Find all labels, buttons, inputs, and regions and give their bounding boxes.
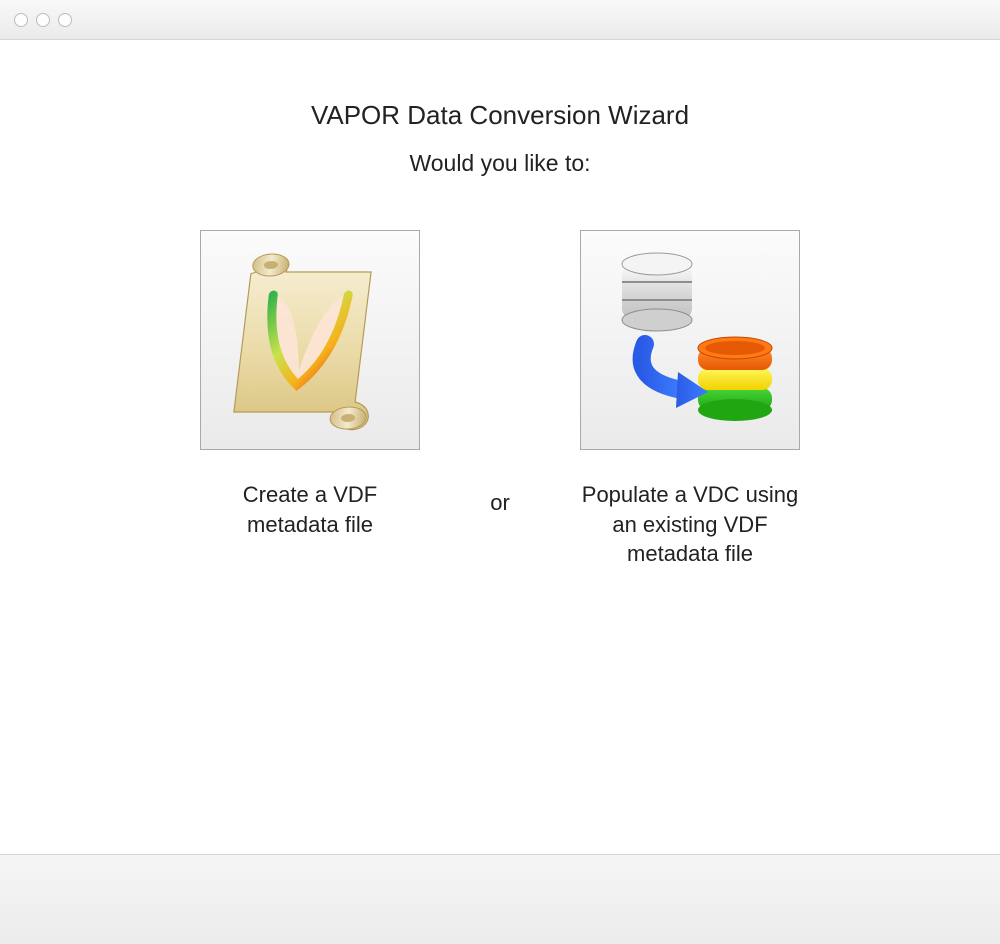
populate-vdc-label: Populate a VDC using an existing VDF met… <box>580 480 800 569</box>
scroll-icon <box>210 240 410 440</box>
create-vdf-button[interactable] <box>200 230 420 450</box>
create-vdf-label: Create a VDF metadata file <box>200 480 420 539</box>
page-subtitle: Would you like to: <box>0 150 1000 177</box>
color-database-icon <box>698 337 772 421</box>
window-close-button[interactable] <box>14 13 28 27</box>
window-titlebar <box>0 0 1000 40</box>
window-footer <box>0 854 1000 944</box>
window-minimize-button[interactable] <box>36 13 50 27</box>
grey-database-icon <box>622 253 692 331</box>
populate-vdc-button[interactable] <box>580 230 800 450</box>
option-populate-vdc: Populate a VDC using an existing VDF met… <box>580 230 800 569</box>
window-zoom-button[interactable] <box>58 13 72 27</box>
database-transfer-icon <box>590 240 790 440</box>
wizard-options: Create a VDF metadata file or <box>0 230 1000 569</box>
options-separator: or <box>420 490 580 516</box>
option-create-vdf: Create a VDF metadata file <box>200 230 420 539</box>
wizard-page: VAPOR Data Conversion Wizard Would you l… <box>0 40 1000 854</box>
page-title: VAPOR Data Conversion Wizard <box>0 100 1000 131</box>
